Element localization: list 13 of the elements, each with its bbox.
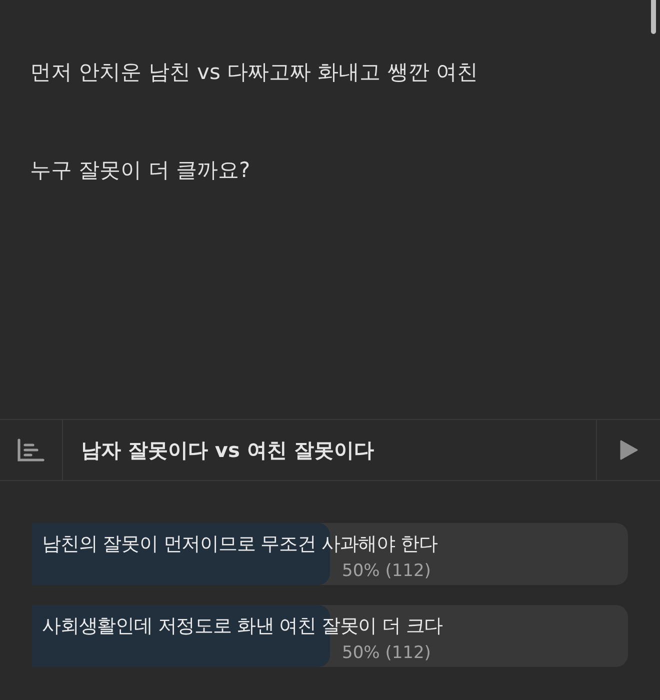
poll-title: 남자 잘못이다 vs 여친 잘못이다: [80, 436, 374, 464]
poll-option-result: 50% (112): [342, 560, 431, 582]
play-button[interactable]: [620, 440, 638, 460]
scrollbar-thumb[interactable]: [651, 0, 656, 34]
post-text: 누구 잘못이 더 클까요?: [30, 157, 250, 184]
poll-option-label: 남친의 잘못이 먼저이므로 무조건 사과해야 한다: [42, 532, 438, 557]
poll-option-bar[interactable]: 사회생활인데 저정도로 화낸 여친 잘못이 더 크다 50% (112): [32, 605, 628, 667]
poll-option-label: 사회생활인데 저정도로 화낸 여친 잘못이 더 크다: [42, 614, 443, 639]
poll-option-bar[interactable]: 남친의 잘못이 먼저이므로 무조건 사과해야 한다 50% (112): [32, 523, 628, 585]
poll-option-result: 50% (112): [342, 642, 431, 664]
post-text: 먼저 안치운 남친 vs 다짜고짜 화내고 쌩깐 여친: [30, 59, 478, 86]
chart-icon: [17, 438, 45, 462]
play-icon: [620, 440, 638, 460]
